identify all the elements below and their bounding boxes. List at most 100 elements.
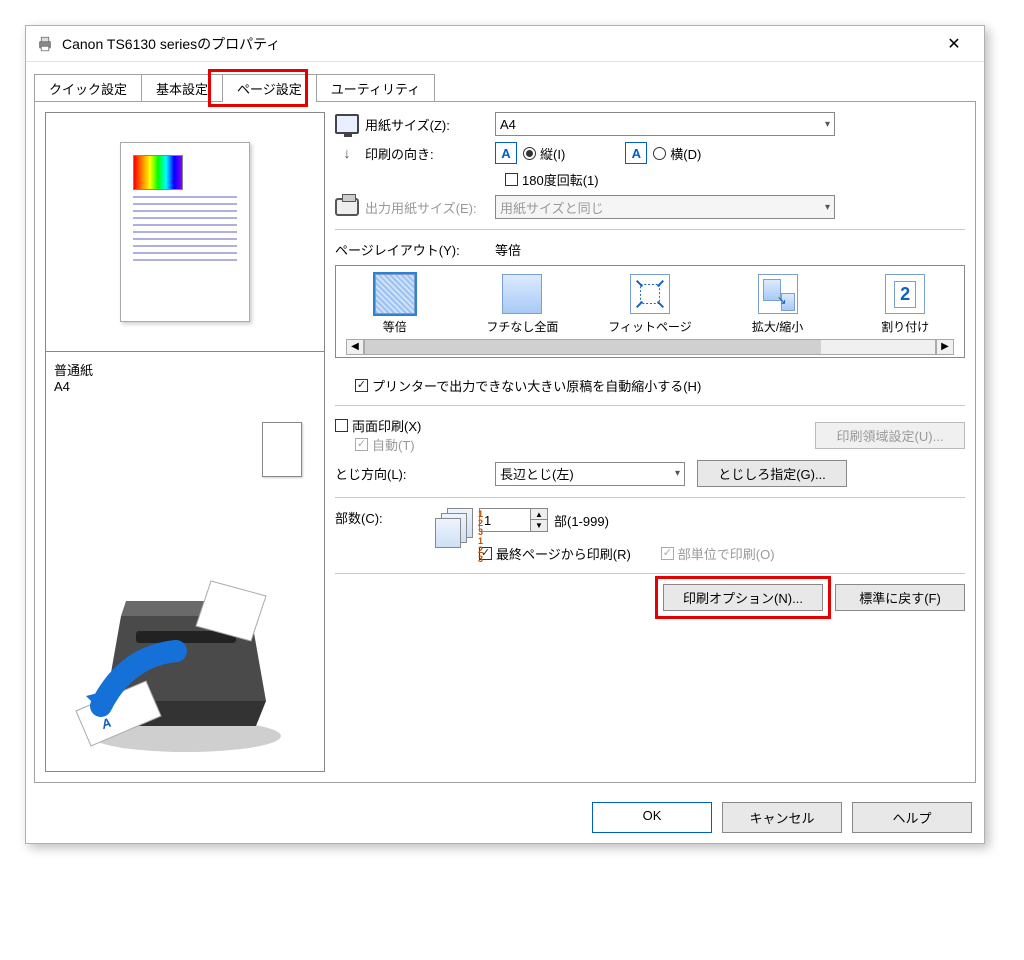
layout-caption: 割り付け <box>860 318 950 335</box>
output-size-value: 用紙サイズと同じ <box>500 198 604 217</box>
checkbox-icon <box>505 173 518 186</box>
layout-caption: フィットページ <box>605 318 695 335</box>
tab-bar: クイック設定 基本設定 ページ設定 ユーティリティ <box>34 74 976 102</box>
binding-margin-button[interactable]: とじしろ指定(G)... <box>697 460 847 487</box>
printer-illustration: A <box>66 561 296 761</box>
page-layout-list: 等倍 フチなし全面 フィットページ <box>335 265 965 358</box>
copies-stack-icon: 123123 <box>435 508 473 550</box>
layout-caption: フチなし全面 <box>477 318 567 335</box>
layout-thumb-nup-icon: 2 <box>885 274 925 314</box>
page-setup-panel: 普通紙 A4 A <box>34 101 976 783</box>
radio-icon <box>653 147 666 160</box>
page-preview <box>45 112 325 352</box>
window-title: Canon TS6130 seriesのプロパティ <box>62 34 934 54</box>
layout-item-nup[interactable]: 2 割り付け <box>860 274 950 335</box>
copies-spinner[interactable]: ▲ ▼ <box>479 508 548 532</box>
mini-page-icon <box>262 422 302 477</box>
preview-text-lines <box>133 196 237 261</box>
arrow-down-icon: ↓ <box>335 145 359 161</box>
tab-basic[interactable]: 基本設定 <box>141 74 223 102</box>
binding-label: とじ方向(L): <box>335 464 495 483</box>
rotate-180-label: 180度回転(1) <box>522 170 599 189</box>
print-options-button[interactable]: 印刷オプション(N)... <box>663 584 823 611</box>
page-size-label: 用紙サイズ(Z): <box>365 115 495 134</box>
layout-item-scaled[interactable]: ↘ 拡大/縮小 <box>733 274 823 335</box>
print-area-button: 印刷領域設定(U)... <box>815 422 965 449</box>
spin-down-button[interactable]: ▼ <box>531 520 547 531</box>
layout-caption: 拡大/縮小 <box>733 318 823 335</box>
layout-thumb-normal-icon <box>375 274 415 314</box>
dialog-footer: OK キャンセル ヘルプ <box>26 792 984 843</box>
chevron-down-icon: ▾ <box>825 119 830 130</box>
page-size-value: A4 <box>500 117 516 132</box>
radio-checked-icon <box>523 147 536 160</box>
duplex-checkbox[interactable]: 両面印刷(X) <box>335 416 421 435</box>
orientation-portrait-label: 縦(I) <box>540 144 565 163</box>
layout-thumb-fit-icon <box>630 274 670 314</box>
layout-thumb-borderless-icon <box>502 274 542 314</box>
collate-label: 部単位で印刷(O) <box>678 544 775 563</box>
scrollbar-track[interactable] <box>364 339 936 355</box>
reverse-order-checkbox[interactable]: 最終ページから印刷(R) <box>479 544 631 563</box>
binding-select[interactable]: 長辺とじ(左) ▾ <box>495 462 685 486</box>
chevron-down-icon: ▾ <box>825 202 830 213</box>
layout-item-fit[interactable]: フィットページ <box>605 274 695 335</box>
tab-page[interactable]: ページ設定 <box>222 74 317 102</box>
layout-item-borderless[interactable]: フチなし全面 <box>477 274 567 335</box>
preview-page-icon <box>120 142 250 322</box>
orientation-landscape-radio[interactable]: 横(D) <box>653 144 701 163</box>
copies-input[interactable] <box>480 509 530 531</box>
auto-reduce-checkbox[interactable]: プリンターで出力できない大きい原稿を自動縮小する(H) <box>355 376 701 395</box>
rotate-180-checkbox[interactable]: 180度回転(1) <box>505 170 599 189</box>
binding-value: 長辺とじ(左) <box>500 464 574 483</box>
settings-column: 用紙サイズ(Z): A4 ▾ ↓ 印刷の向き: A 縦(I) A <box>335 112 965 772</box>
orientation-portrait-radio[interactable]: 縦(I) <box>523 144 565 163</box>
portrait-a-icon: A <box>495 142 517 164</box>
cancel-button[interactable]: キャンセル <box>722 802 842 833</box>
output-size-select: 用紙サイズと同じ ▾ <box>495 195 835 219</box>
titlebar: Canon TS6130 seriesのプロパティ ✕ <box>26 26 984 62</box>
preview-image-icon <box>133 155 183 190</box>
checkbox-disabled-checked-icon <box>661 547 674 560</box>
orientation-landscape-label: 横(D) <box>670 144 701 163</box>
output-size-label: 出力用紙サイズ(E): <box>365 198 495 217</box>
page-layout-current: 等倍 <box>495 240 521 259</box>
preview-column: 普通紙 A4 A <box>45 112 325 772</box>
printer-small-icon <box>335 198 359 216</box>
duplex-auto-checkbox: 自動(T) <box>355 435 415 454</box>
preview-paper-type: 普通紙 <box>54 360 316 379</box>
checkbox-disabled-checked-icon <box>355 438 368 451</box>
spin-up-button[interactable]: ▲ <box>531 509 547 520</box>
printer-app-icon <box>36 35 54 53</box>
checkbox-checked-icon <box>355 379 368 392</box>
monitor-icon <box>335 114 359 134</box>
tab-utility[interactable]: ユーティリティ <box>316 74 435 102</box>
ok-button[interactable]: OK <box>592 802 712 833</box>
page-layout-label: ページレイアウト(Y): <box>335 240 495 259</box>
help-button[interactable]: ヘルプ <box>852 802 972 833</box>
scroll-left-button[interactable]: ◀ <box>346 339 364 355</box>
layout-thumb-scaled-icon: ↘ <box>758 274 798 314</box>
layout-item-normal[interactable]: 等倍 <box>350 274 440 335</box>
page-size-select[interactable]: A4 ▾ <box>495 112 835 136</box>
layout-scrollbar[interactable]: ◀ ▶ <box>346 339 954 355</box>
tab-quick[interactable]: クイック設定 <box>34 74 142 102</box>
orientation-label: 印刷の向き: <box>365 144 495 163</box>
preview-paper-size: A4 <box>54 379 316 394</box>
scroll-right-button[interactable]: ▶ <box>936 339 954 355</box>
properties-dialog: Canon TS6130 seriesのプロパティ ✕ クイック設定 基本設定 … <box>25 25 985 844</box>
close-button[interactable]: ✕ <box>934 34 974 54</box>
defaults-button[interactable]: 標準に戻す(F) <box>835 584 965 611</box>
auto-reduce-label: プリンターで出力できない大きい原稿を自動縮小する(H) <box>372 376 701 395</box>
copies-label: 部数(C): <box>335 508 435 527</box>
layout-caption: 等倍 <box>350 318 440 335</box>
copies-range: 部(1-999) <box>554 511 609 530</box>
landscape-a-icon: A <box>625 142 647 164</box>
duplex-label: 両面印刷(X) <box>352 416 421 435</box>
preview-info: 普通紙 A4 A <box>45 352 325 772</box>
collate-checkbox: 部単位で印刷(O) <box>661 544 775 563</box>
chevron-down-icon: ▾ <box>675 468 680 479</box>
checkbox-icon <box>335 419 348 432</box>
duplex-auto-label: 自動(T) <box>372 435 415 454</box>
reverse-order-label: 最終ページから印刷(R) <box>496 544 631 563</box>
